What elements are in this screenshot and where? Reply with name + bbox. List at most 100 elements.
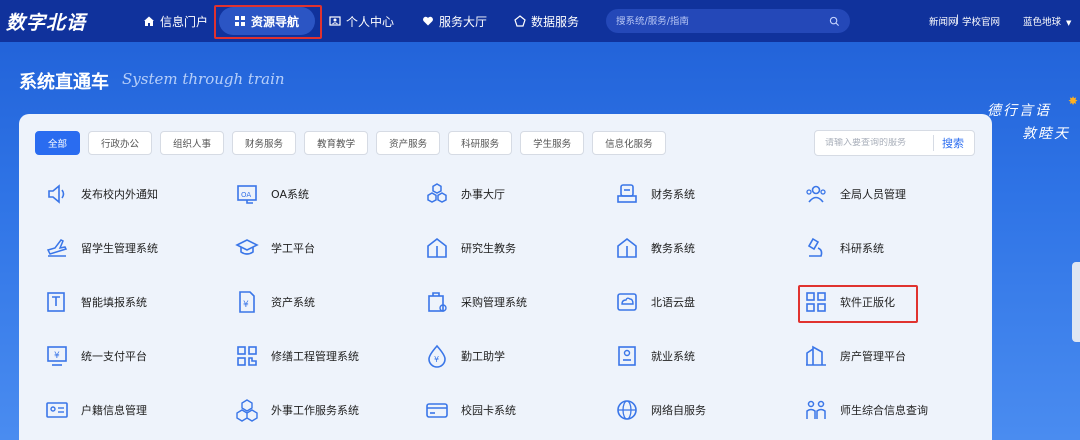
service-item-label: 智能填报系统 [81,296,147,309]
motto-line-2: 敦睦天 [1022,126,1070,142]
service-item[interactable]: 就业系统 [615,342,695,370]
nav-item-resources[interactable]: 资源导航 [234,9,299,33]
service-item[interactable]: 发布校内外通知 [45,180,158,208]
service-item[interactable]: 留学生管理系统 [45,234,158,262]
service-item[interactable]: 采购管理系统 [425,288,527,316]
nav-item-label: 信息门户 [160,14,209,29]
id-card-icon [46,402,68,418]
job-doc-icon [618,346,636,366]
nav-item-data[interactable]: 数据服务 [514,9,579,33]
service-item[interactable]: 智能填报系统 [45,288,147,316]
person-card-icon [329,16,341,26]
home-icon [144,16,154,26]
search-icon[interactable] [829,16,840,27]
nav-item-label: 服务大厅 [439,14,488,29]
page-title: 系统直通车 [19,72,109,93]
service-item-label: 北语云盘 [651,296,695,309]
card-icon [426,403,448,418]
service-item-label: 研究生教务 [461,242,516,255]
service-item-label: 勤工助学 [461,350,505,363]
decor-star-icon: ✸ [1068,94,1079,108]
service-item[interactable]: ¥ 统一支付平台 [45,342,147,370]
nav-item-portal[interactable]: 信息门户 [143,9,208,33]
annotation-box-software [798,285,918,323]
plane-icon [46,239,68,257]
service-item[interactable]: 全局人员管理 [804,180,906,208]
service-item-label: 全局人员管理 [840,188,906,201]
global-search[interactable] [606,9,850,33]
service-item[interactable]: 师生综合信息查询 [804,396,928,424]
service-item[interactable]: ¥ 勤工助学 [425,342,505,370]
caret-down-icon: ▼ [1066,19,1072,27]
theme-switcher[interactable]: 蓝色地球 ▼ [1023,14,1071,28]
service-item[interactable]: 研究生教务 [425,234,516,262]
service-item[interactable]: 房产管理平台 [804,342,906,370]
yen-screen-icon: ¥ [47,346,67,366]
service-item-label: OA系统 [271,188,309,201]
nav-item-personal[interactable]: 个人中心 [329,9,394,33]
link-news[interactable]: 新闻网 [929,14,958,28]
service-item[interactable]: 修缮工程管理系统 [235,342,359,370]
service-item-label: 科研系统 [840,242,884,255]
service-item[interactable]: 北语云盘 [615,288,695,316]
service-item-label: 财务系统 [651,188,695,201]
service-item[interactable]: 网络自服务 [615,396,706,424]
cubes-icon [236,399,258,422]
service-item[interactable]: ¥ 资产系统 [235,288,315,316]
qr-grid-icon [237,346,257,366]
service-item-label: 教务系统 [651,242,695,255]
nav-item-label: 个人中心 [346,14,395,29]
service-item-label: 外事工作服务系统 [271,404,359,417]
building-icon [806,345,826,366]
graduation-cap-icon [235,239,259,255]
service-item[interactable]: 教务系统 [615,234,695,262]
link-divider: | [956,14,960,25]
service-item[interactable]: 科研系统 [804,234,884,262]
people-icon [806,185,826,203]
theme-label: 蓝色地球 [1023,17,1062,28]
form-edit-icon [47,292,65,312]
svg-text:OA: OA [241,191,251,199]
hexagons-icon [427,183,447,203]
oa-icon: OA [237,185,257,204]
service-item[interactable]: 校园卡系统 [425,396,516,424]
service-item[interactable]: 外事工作服务系统 [235,396,359,424]
site-logo[interactable]: 数字北语 [6,8,86,35]
service-directory-card: 全部 行政办公 组织人事 财务服务 教育教学 资产服务 科研服务 学生服务 信息… [19,114,992,440]
cloud-disk-icon [617,293,637,311]
service-item-label: 房产管理平台 [840,350,906,363]
side-scroll-tab[interactable] [1072,262,1080,342]
service-item-label: 资产系统 [271,296,315,309]
finance-icon [617,184,637,203]
service-item-label: 户籍信息管理 [81,404,147,417]
svg-text:¥: ¥ [243,300,249,310]
nav-item-label: 数据服务 [531,14,580,29]
teacher-student-icon [806,400,826,419]
heart-icon [423,16,433,26]
service-item-label: 网络自服务 [651,404,706,417]
globe-icon [617,400,637,420]
link-official-site[interactable]: 学校官网 [962,14,1000,28]
service-item-label: 就业系统 [651,350,695,363]
service-item[interactable]: 办事大厅 [425,180,505,208]
service-item[interactable]: 学工平台 [235,234,315,262]
purchase-icon [428,292,447,312]
service-item[interactable]: 财务系统 [615,180,695,208]
data-icon [514,15,526,27]
service-item[interactable]: 户籍信息管理 [45,396,147,424]
nav-item-service-hall[interactable]: 服务大厅 [422,9,487,33]
service-item-label: 统一支付平台 [81,350,147,363]
nav-item-label: 资源导航 [251,14,300,29]
svg-text:¥: ¥ [434,355,439,364]
service-item-label: 修缮工程管理系统 [271,350,359,363]
speaker-icon [48,184,65,204]
microscope-icon [807,237,823,257]
service-item[interactable]: OA OA系统 [235,180,309,208]
service-grid: 发布校内外通知 OA OA系统 办事大厅 财务系统 全局人员管理留学生管理系统 学工平台 研究… [19,114,992,440]
service-item-label: 办事大厅 [461,188,505,201]
service-item-label: 学工平台 [271,242,315,255]
grid-icon [235,16,245,26]
global-search-input[interactable] [616,15,816,27]
top-navbar: 数字北语 信息门户 资源导航 个人中心 服务大厅 数据服务 新闻网 | 学校官网… [0,0,1080,42]
service-item-label: 师生综合信息查询 [840,404,928,417]
